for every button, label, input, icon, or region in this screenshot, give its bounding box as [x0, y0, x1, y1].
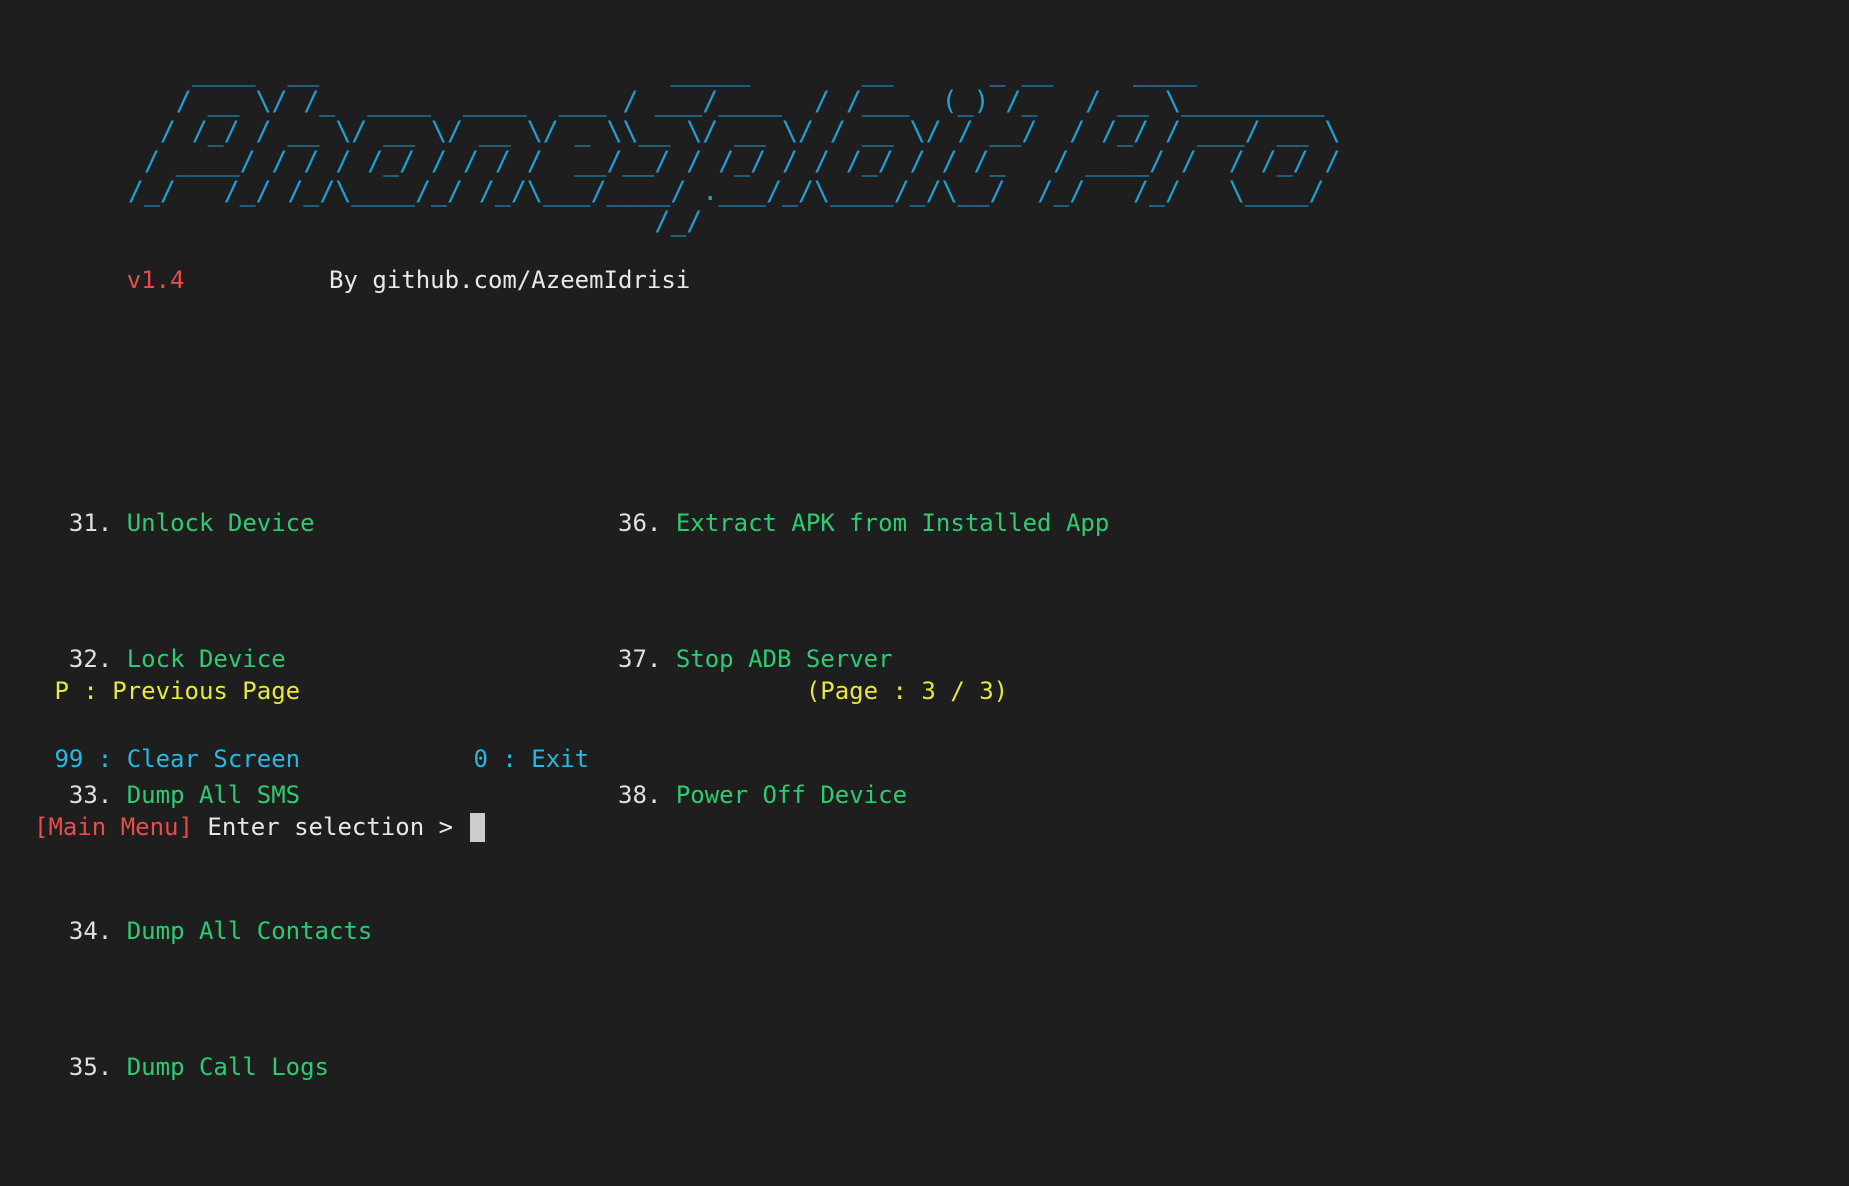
num-label-space: [112, 645, 126, 673]
clear-screen-option[interactable]: 99 : Clear Screen: [40, 745, 300, 773]
menu-row: 31. Unlock Device 36. Extract APK from I…: [40, 506, 1109, 540]
version-label: v1.4: [126, 266, 185, 294]
utility-spacer: [300, 745, 473, 773]
menu-option-label-unlock-device[interactable]: Unlock Device: [127, 509, 315, 537]
menu-option-label-lock-device[interactable]: Lock Device: [127, 645, 286, 673]
author-byline: By github.com/AzeemIdrisi: [329, 266, 691, 294]
menu-row: 35. Dump Call Logs: [40, 1050, 1109, 1084]
row-indent: [40, 917, 69, 945]
terminal-window: ____ __ _____ __ _ __ ____ / __ \/ /_ __…: [0, 0, 1849, 1081]
menu-option-label-dump-all-contacts[interactable]: Dump All Contacts: [127, 917, 373, 945]
prompt-context-label: [Main Menu]: [34, 813, 193, 841]
prompt-instruction-text: Enter selection >: [192, 813, 468, 841]
meta-row: v1.4 By github.com/AzeemIdrisi: [40, 265, 691, 295]
menu-option-number-31[interactable]: 31.: [69, 509, 112, 537]
menu-row: 34. Dump All Contacts: [40, 914, 1109, 948]
page-indicator: (Page : 3 / 3): [805, 677, 1009, 705]
menu-row: 32. Lock Device 37. Stop ADB Server: [40, 642, 1109, 676]
meta-spacer: [185, 266, 330, 294]
menu-option-number-33[interactable]: 33.: [69, 781, 112, 809]
utility-row: 99 : Clear Screen 0 : Exit: [40, 744, 589, 774]
menu-option-list: 31. Unlock Device 36. Extract APK from I…: [40, 404, 1109, 1186]
column-gap: [517, 509, 618, 537]
exit-option[interactable]: 0 : Exit: [473, 745, 589, 773]
menu-option-number-32[interactable]: 32.: [69, 645, 112, 673]
menu-option-label-dump-all-sms[interactable]: Dump All SMS: [127, 781, 300, 809]
num-label-space: [661, 781, 675, 809]
row-pad: [300, 781, 517, 809]
menu-option-number-38[interactable]: 38.: [618, 781, 661, 809]
row-indent: [40, 645, 69, 673]
menu-row: 33. Dump All SMS 38. Power Off Device: [40, 778, 1109, 812]
input-prompt-line[interactable]: [Main Menu] Enter selection >: [34, 812, 485, 842]
num-label-space: [112, 509, 126, 537]
menu-option-number-36[interactable]: 36.: [618, 509, 661, 537]
num-label-space: [112, 917, 126, 945]
menu-option-label-power-off-device[interactable]: Power Off Device: [676, 781, 907, 809]
num-label-space: [112, 1053, 126, 1081]
column-gap: [517, 645, 618, 673]
row-pad: [315, 509, 517, 537]
row-indent: [40, 509, 69, 537]
column-gap: [517, 781, 618, 809]
menu-option-label-extract-apk[interactable]: Extract APK from Installed App: [676, 509, 1109, 537]
row-indent: [40, 781, 69, 809]
num-label-space: [112, 781, 126, 809]
pager-spacer: [300, 677, 806, 705]
meta-indent: [40, 266, 127, 294]
menu-option-number-37[interactable]: 37.: [618, 645, 661, 673]
phonesploit-pro-ascii-banner: ____ __ _____ __ _ __ ____ / __ \/ /_ __…: [127, 55, 1341, 237]
num-label-space: [661, 645, 675, 673]
text-cursor: [469, 813, 485, 842]
row-pad: [286, 645, 517, 673]
menu-option-label-dump-call-logs[interactable]: Dump Call Logs: [127, 1053, 329, 1081]
menu-option-number-35[interactable]: 35.: [69, 1053, 112, 1081]
pagination-row: P : Previous Page (Page : 3 / 3): [40, 676, 1008, 706]
previous-page-option[interactable]: P : Previous Page: [40, 677, 300, 705]
menu-option-label-stop-adb-server[interactable]: Stop ADB Server: [676, 645, 893, 673]
menu-option-number-34[interactable]: 34.: [69, 917, 112, 945]
row-indent: [40, 1053, 69, 1081]
num-label-space: [661, 509, 675, 537]
